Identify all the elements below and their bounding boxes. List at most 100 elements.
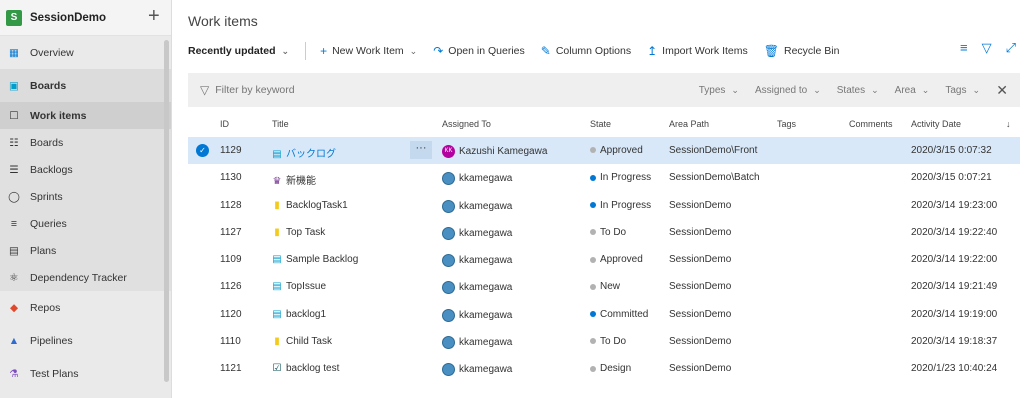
plus-icon[interactable]: + [148, 6, 160, 26]
state-label: To Do [600, 336, 627, 348]
assigned-to: kkamegawa [442, 336, 513, 350]
state: In Progress [590, 172, 651, 183]
recently-updated-dropdown[interactable]: Recently updated ⌄ [188, 45, 289, 57]
table-row[interactable]: 1121 ☑ backlog test kkamegawa Design SessionD… [188, 355, 1020, 382]
dependency-icon: ⚛ [9, 271, 19, 284]
assigned-to: KK Kazushi Kamegawa [442, 145, 547, 158]
column-header-comments[interactable]: Comments [849, 119, 893, 129]
table-row[interactable]: 1127 ▮ Top Task kkamegawa To Do SessionDemo 20… [188, 219, 1020, 246]
table-row[interactable]: ✓ 1129 ▤ バックログ ··· KK Kazushi Kamegawa Approved… [188, 137, 1020, 165]
open-in-queries-button[interactable]: ↷ Open in Queries [433, 44, 525, 58]
avatar [442, 281, 455, 295]
state: Committed [590, 309, 648, 320]
activity-date: 2020/3/14 19:22:00 [911, 254, 998, 266]
sprints-icon: ◯ [8, 190, 20, 203]
close-icon[interactable]: ✕ [996, 82, 1008, 99]
sidebar-item-4[interactable]: ☷ Boards [0, 129, 171, 156]
sidebar-item-label: Test Plans [30, 367, 79, 380]
more-actions-icon[interactable]: ··· [410, 141, 432, 159]
open-in-queries-label: Open in Queries [448, 45, 525, 57]
column-options-button[interactable]: ✎ Column Options [541, 44, 631, 58]
table-row[interactable]: 1110 ▮ Child Task kkamegawa To Do SessionDemo… [188, 328, 1020, 355]
table-row[interactable]: 1120 ▤ backlog1 kkamegawa Committed SessionDe… [188, 301, 1020, 328]
area-filter[interactable]: Area ⌄ [895, 85, 930, 96]
states-filter[interactable]: States ⌄ [837, 85, 879, 96]
expand-icon[interactable]: ⤢ [1006, 40, 1016, 56]
assigned-to-filter[interactable]: Assigned to ⌄ [755, 85, 821, 96]
work-item-title-text: Child Task [286, 336, 332, 348]
work-item-title[interactable]: ▤ バックログ [272, 145, 336, 160]
recycle-bin-button[interactable]: 🗑 Recycle Bin [764, 44, 840, 58]
column-header-state[interactable]: State [590, 119, 611, 129]
work-item-title[interactable]: ▤ backlog1 [272, 309, 326, 320]
work-item-title[interactable]: ▮ Top Task [272, 227, 325, 238]
chevron-down-icon: ⌄ [731, 84, 739, 95]
work-item-title[interactable]: ▤ Sample Backlog [272, 254, 358, 265]
area-path: SessionDemo [669, 336, 732, 348]
avatar [442, 363, 455, 377]
work-item-title[interactable]: ☑ backlog test [272, 363, 340, 375]
import-work-items-button[interactable]: ↥ Import Work Items [647, 44, 748, 58]
column-header-id[interactable]: ID [220, 119, 229, 129]
table-row[interactable]: 1126 ▤ TopIssue kkamegawa New SessionDemo 2020… [188, 273, 1020, 300]
checkmark-icon[interactable]: ✓ [196, 144, 209, 157]
state-dot [590, 311, 596, 318]
work-item-title[interactable]: ▮ BacklogTask1 [272, 199, 348, 211]
column-header-activity[interactable]: Activity Date [911, 119, 961, 129]
work-item-title[interactable]: ▤ TopIssue [272, 281, 326, 292]
column-header-tags[interactable]: Tags [777, 119, 796, 129]
view-options-icon[interactable]: ≡ [960, 40, 968, 56]
column-header-assigned[interactable]: Assigned To [442, 119, 491, 129]
sidebar-item-9[interactable]: ⚛ Dependency Tracker [0, 264, 171, 291]
overview-icon: ▦ [9, 46, 19, 59]
sidebar-item-5[interactable]: ☰ Backlogs [0, 156, 171, 183]
state-label: In Progress [600, 172, 652, 184]
activity-date: 2020/3/14 19:18:37 [911, 336, 998, 348]
assigned-to-name: kkamegawa [459, 282, 513, 294]
plans-icon: ▤ [9, 244, 19, 257]
activity-date: 2020/3/15 0:07:21 [911, 172, 992, 184]
table-row[interactable]: 1130 ♛ 新機能 kkamegawa In Progress SessionDemo\… [188, 164, 1020, 191]
types-filter[interactable]: Types ⌄ [699, 85, 739, 96]
sidebar-item-12[interactable]: ⚗ Test Plans [0, 357, 171, 390]
work-item-title[interactable]: ▮ Child Task [272, 336, 332, 347]
project-name[interactable]: SessionDemo [30, 12, 106, 24]
state-label: New [600, 281, 621, 293]
column-header-title[interactable]: Title [272, 119, 289, 129]
area-path: SessionDemo [669, 226, 732, 238]
chevron-down-icon: ⌄ [871, 84, 879, 95]
assigned-to-name: kkamegawa [459, 364, 513, 376]
keyword-filter-input[interactable] [215, 84, 516, 96]
work-item-title-text: BacklogTask1 [286, 199, 348, 211]
avatar [442, 336, 455, 350]
repos-icon: ◆ [9, 301, 19, 314]
sidebar-item-8[interactable]: ▤ Plans [0, 237, 171, 264]
new-work-item-button[interactable]: + New Work Item ⌄ [320, 44, 417, 58]
sidebar-item-7[interactable]: ≡ Queries [0, 210, 171, 237]
work-item-title[interactable]: ♛ 新機能 [272, 172, 316, 187]
state: Approved [590, 145, 643, 156]
sidebar-item-6[interactable]: ◯ Sprints [0, 183, 171, 210]
sidebar-item-2[interactable]: ▣ Boards [0, 69, 171, 102]
assigned-to: kkamegawa [442, 226, 512, 240]
sidebar-item-1[interactable]: ▦ Overview [0, 36, 171, 69]
filter-icon[interactable]: ▽ [982, 40, 992, 56]
column-header-area[interactable]: Area Path [669, 119, 709, 129]
project-header[interactable]: S SessionDemo + [0, 0, 171, 36]
queries-icon: ≡ [10, 217, 18, 230]
sidebar-item-10[interactable]: ◆ Repos [0, 291, 171, 324]
activity-date: 2020/3/14 19:19:00 [911, 308, 998, 320]
state: New [590, 281, 620, 292]
sidebar-item-3[interactable]: ☐ Work items [0, 102, 171, 129]
work-item-type-icon: ☑ [272, 363, 282, 375]
recently-updated-label: Recently updated [188, 45, 276, 57]
table-row[interactable]: 1128 ▮ BacklogTask1 kkamegawa In Progress Ses… [188, 192, 1020, 219]
area-path: SessionDemo\Front [669, 145, 758, 156]
assigned-to-name: kkamegawa [459, 337, 513, 349]
work-item-title-text: backlog test [286, 363, 340, 375]
tags-filter[interactable]: Tags ⌄ [945, 85, 980, 96]
sidebar-item-11[interactable]: ▲ Pipelines [0, 324, 171, 357]
table-row[interactable]: 1109 ▤ Sample Backlog kkamegawa Approved Sess… [188, 246, 1020, 273]
work-item-id: 1129 [220, 145, 242, 156]
sidebar-scrollbar[interactable] [164, 40, 169, 382]
